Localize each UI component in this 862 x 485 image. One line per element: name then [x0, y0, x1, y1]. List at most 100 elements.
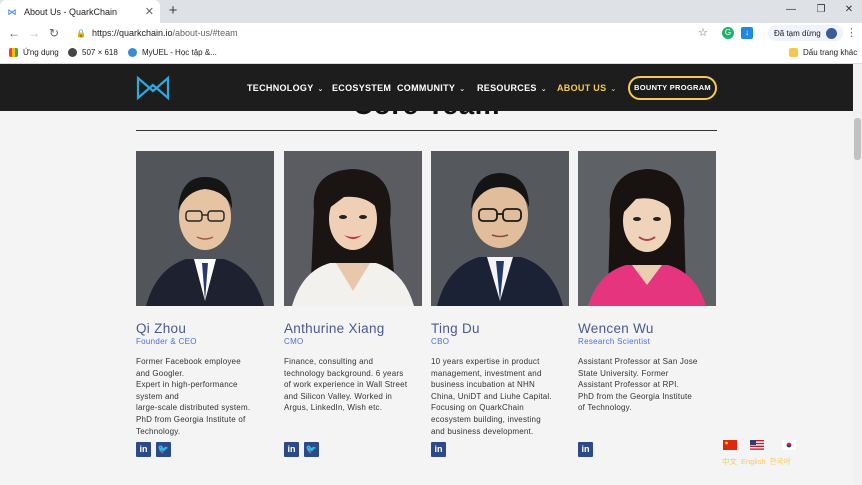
bio-line: Finance, consulting and — [284, 357, 374, 366]
extension-download-icon[interactable]: ↓ — [741, 27, 753, 39]
member-socials: in — [578, 442, 593, 457]
chevron-down-icon: ⌄ — [540, 86, 547, 93]
browser-tab-bar: ⋈ About Us - QuarkChain ✕ + — ❐ ✕ — [0, 0, 862, 23]
bio-line: State University. Former — [578, 368, 669, 378]
back-icon[interactable]: ← — [6, 25, 22, 41]
chevron-down-icon: ⌄ — [317, 86, 324, 93]
twitter-icon[interactable]: 🐦 — [156, 442, 171, 457]
member-name: Ting Du — [431, 321, 480, 336]
close-tab-icon[interactable]: ✕ — [145, 5, 154, 18]
bio-line: China, UniDT and Liuhe Capital. — [431, 391, 552, 401]
url-text: https://quarkchain.io/about-us/#team — [91, 28, 238, 38]
team-card: Ting Du CBO 10 years expertise in produc… — [431, 151, 569, 437]
url-field[interactable]: 🔒 https://quarkchain.io/about-us/#team ☆ — [68, 24, 716, 42]
lang-chinese[interactable]: 中文 — [722, 457, 737, 466]
bio-line: Technology. — [136, 426, 181, 436]
linkedin-icon[interactable]: in — [284, 442, 299, 457]
bookmark-size-label: 507 × 618 — [82, 48, 118, 57]
china-flag-icon[interactable] — [723, 440, 737, 450]
extension-grammarly-icon[interactable]: G — [722, 27, 734, 39]
quarkchain-logo[interactable] — [136, 75, 170, 101]
nav-item-ecosystem[interactable]: ECOSYSTEM — [332, 83, 391, 93]
apps-grid-icon — [9, 48, 18, 57]
nav-item-label: ABOUT US — [557, 83, 607, 93]
lock-icon: 🔒 — [76, 28, 86, 38]
bio-line: and Silicon Valley. Worked in — [284, 391, 393, 401]
nav-item-about-us[interactable]: ABOUT US ⌄ — [557, 83, 617, 93]
lang-korean[interactable]: 한국어 — [770, 457, 791, 466]
bio-line: ecosystem building, investing — [431, 414, 541, 424]
bio-line: large-scale distributed system. — [136, 403, 251, 413]
restore-icon[interactable]: ❐ — [806, 0, 836, 23]
bookmark-star-icon[interactable]: ☆ — [698, 26, 708, 39]
member-socials: in 🐦 — [284, 442, 319, 457]
member-role: Founder & CEO — [136, 337, 197, 346]
address-bar-row: ← → ↻ 🔒 https://quarkchain.io/about-us/#… — [0, 23, 862, 43]
bio-line: 10 years expertise in product — [431, 357, 540, 366]
scrollbar-thumb[interactable] — [854, 118, 861, 160]
language-switcher: 中文 English 한국어 — [721, 440, 803, 470]
avatar — [825, 27, 837, 39]
nav-item-label: TECHNOLOGY — [247, 83, 314, 93]
bio-line: PhD from the Georgia Institute — [578, 391, 693, 401]
chevron-down-icon: ⌄ — [459, 86, 466, 93]
bio-line: and business development. — [431, 426, 534, 436]
scrollbar[interactable] — [853, 64, 862, 485]
bookmark-other[interactable]: Dấu trang khác — [789, 48, 857, 57]
bio-line: Assistant Professor at San Jose — [578, 357, 698, 366]
member-bio: Former Facebook employee and Googler. Ex… — [136, 356, 274, 437]
portrait-photo — [136, 151, 274, 306]
minimize-icon[interactable]: — — [776, 0, 806, 23]
portrait-photo — [284, 151, 422, 306]
new-tab-icon[interactable]: + — [164, 2, 182, 19]
forward-icon[interactable]: → — [26, 25, 42, 41]
portrait-photo — [578, 151, 716, 306]
us-flag-icon[interactable] — [750, 440, 764, 450]
linkedin-icon[interactable]: in — [578, 442, 593, 457]
member-bio: Assistant Professor at San Jose State Un… — [578, 356, 716, 414]
korea-flag-icon[interactable] — [782, 440, 796, 450]
linkedin-icon[interactable]: in — [431, 442, 446, 457]
bio-line: Assistant Professor at RPI. — [578, 380, 679, 390]
bookmark-myuel-label: MyUEL - Học tập &... — [142, 48, 217, 57]
nav-item-technology[interactable]: TECHNOLOGY ⌄ — [247, 83, 324, 93]
linkedin-icon[interactable]: in — [136, 442, 151, 457]
member-socials: in — [431, 442, 446, 457]
profile-label: Đã tạm dừng — [774, 28, 821, 38]
bio-line: PhD from Georgia Institute of — [136, 414, 246, 424]
member-name: Anthurine Xiang — [284, 321, 385, 336]
member-role: Research Scientist — [578, 337, 651, 346]
lang-english[interactable]: English — [741, 457, 766, 466]
tab-title: About Us - QuarkChain — [24, 6, 118, 17]
bookmark-myuel[interactable]: MyUEL - Học tập &... — [128, 48, 217, 57]
bounty-program-button[interactable]: BOUNTY PROGRAM — [628, 76, 717, 100]
team-card: Wencen Wu Research Scientist Assistant P… — [578, 151, 716, 414]
nav-item-label: COMMUNITY — [397, 83, 456, 93]
browser-menu-icon[interactable]: ⋮ — [846, 26, 857, 39]
bio-line: business incubation at NHN — [431, 380, 535, 390]
member-bio: 10 years expertise in product management… — [431, 356, 569, 437]
team-card: Anthurine Xiang CMO Finance, consulting … — [284, 151, 422, 414]
close-window-icon[interactable]: ✕ — [834, 0, 862, 23]
bookmark-size[interactable]: 507 × 618 — [68, 48, 118, 57]
bio-line: and Googler. — [136, 368, 185, 378]
bio-line: Former Facebook employee — [136, 357, 241, 366]
nav-item-label: ECOSYSTEM — [332, 83, 392, 93]
nav-item-resources[interactable]: RESOURCES ⌄ — [477, 83, 547, 93]
member-role: CBO — [431, 337, 450, 346]
page-content: TECHNOLOGY ⌄ ECOSYSTEM COMMUNITY ⌄ RESOURCES ⌄… — [0, 64, 853, 485]
bio-line: system and — [136, 391, 179, 401]
member-bio: Finance, consulting and technology backg… — [284, 356, 422, 414]
bookmark-other-label: Dấu trang khác — [803, 48, 858, 57]
bio-line: of work experience in Wall Street — [284, 380, 408, 390]
reload-icon[interactable]: ↻ — [46, 25, 62, 41]
bookmark-apps[interactable]: Ứng dụng — [9, 48, 59, 57]
profile-button[interactable]: Đã tạm dừng — [768, 25, 843, 41]
browser-tab[interactable]: ⋈ About Us - QuarkChain ✕ — [0, 0, 160, 23]
twitter-icon[interactable]: 🐦 — [304, 442, 319, 457]
nav-item-community[interactable]: COMMUNITY ⌄ — [397, 83, 465, 93]
globe-icon — [68, 48, 77, 57]
folder-icon — [789, 48, 798, 57]
member-name: Qi Zhou — [136, 321, 187, 336]
nav-item-label: RESOURCES — [477, 83, 537, 93]
